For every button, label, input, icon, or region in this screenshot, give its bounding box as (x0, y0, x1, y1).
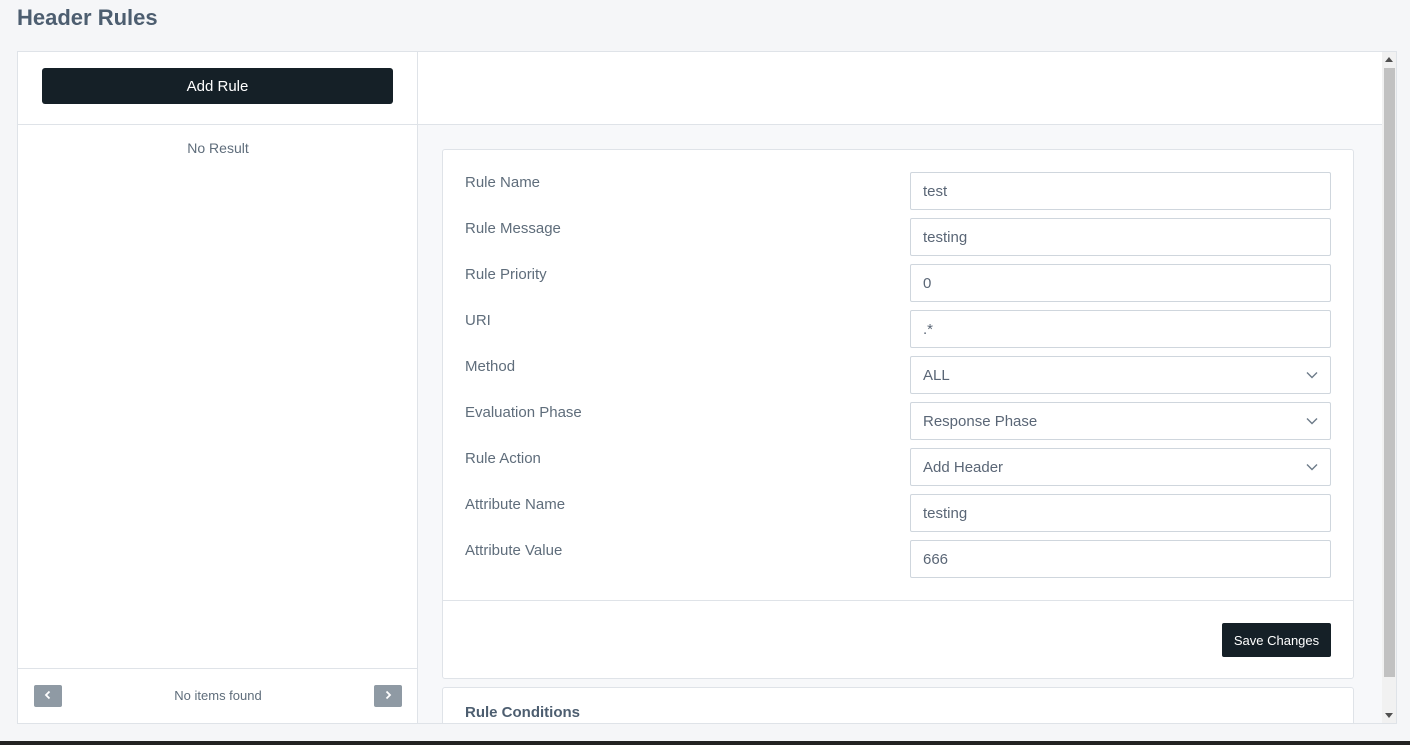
rule-action-select[interactable]: Add Header (910, 448, 1331, 486)
evaluation-phase-label: Evaluation Phase (465, 404, 582, 421)
rule-name-label: Rule Name (465, 174, 541, 191)
add-rule-button[interactable]: Add Rule (42, 68, 393, 104)
form-row-attribute-name: Attribute Name (465, 494, 1331, 532)
form-row-method: Method ALL (465, 356, 1331, 394)
form-row-attribute-value: Attribute Value (465, 540, 1331, 578)
scroll-thumb[interactable] (1384, 68, 1395, 677)
rule-priority-label: Rule Priority (465, 266, 547, 283)
method-select-value: ALL (923, 366, 950, 384)
rule-name-input[interactable] (910, 172, 1331, 210)
form-row-rule-priority: Rule Priority (465, 264, 1331, 302)
rule-detail-header (418, 52, 1382, 125)
rule-action-label: Rule Action (465, 450, 541, 467)
save-changes-button[interactable]: Save Changes (1222, 623, 1331, 657)
rule-message-label: Rule Message (465, 220, 561, 237)
attribute-value-label: Attribute Value (465, 542, 563, 559)
evaluation-phase-select[interactable]: Response Phase (910, 402, 1331, 440)
chevron-down-icon (1306, 417, 1318, 425)
attribute-name-label: Attribute Name (465, 496, 566, 513)
form-row-rule-message: Rule Message (465, 218, 1331, 256)
pagination: No items found (18, 668, 418, 723)
pager-next-button[interactable] (374, 685, 402, 707)
rule-priority-input[interactable] (910, 264, 1331, 302)
bottom-edge (0, 741, 1410, 745)
method-label: Method (465, 358, 516, 375)
scroll-down-arrow-icon[interactable] (1385, 713, 1393, 718)
chevron-down-icon (1306, 371, 1318, 379)
uri-label: URI (465, 312, 491, 329)
evaluation-phase-select-value: Response Phase (923, 412, 1038, 430)
chevron-down-icon (1306, 463, 1318, 471)
chevron-right-icon (383, 687, 393, 705)
form-row-rule-action: Rule Action Add Header (465, 448, 1331, 486)
pager-status: No items found (174, 688, 262, 703)
rule-detail-panel: Rule Name Rule Message Rule Priority URI… (418, 52, 1382, 723)
rule-conditions-card: Rule Conditions (442, 687, 1354, 723)
form-row-uri: URI (465, 310, 1331, 348)
scroll-up-arrow-icon[interactable] (1385, 57, 1393, 62)
attribute-value-input[interactable] (910, 540, 1331, 578)
rule-action-select-value: Add Header (923, 458, 1004, 476)
page-title: Header Rules (17, 5, 158, 30)
rule-message-input[interactable] (910, 218, 1331, 256)
form-divider (443, 600, 1353, 601)
form-row-evaluation-phase: Evaluation Phase Response Phase (465, 402, 1331, 440)
no-result-text: No Result (187, 140, 249, 156)
attribute-name-input[interactable] (910, 494, 1331, 532)
uri-input[interactable] (910, 310, 1331, 348)
method-select[interactable]: ALL (910, 356, 1331, 394)
main-frame: Add Rule No Result No items found Rule N… (17, 51, 1397, 724)
vertical-scrollbar[interactable] (1382, 52, 1396, 723)
rules-list-toolbar: Add Rule (18, 52, 417, 125)
rule-conditions-title: Rule Conditions (465, 704, 580, 721)
rule-form-card: Rule Name Rule Message Rule Priority URI… (442, 149, 1354, 679)
rules-list-panel: Add Rule No Result No items found (18, 52, 418, 723)
form-row-rule-name: Rule Name (465, 172, 1331, 210)
